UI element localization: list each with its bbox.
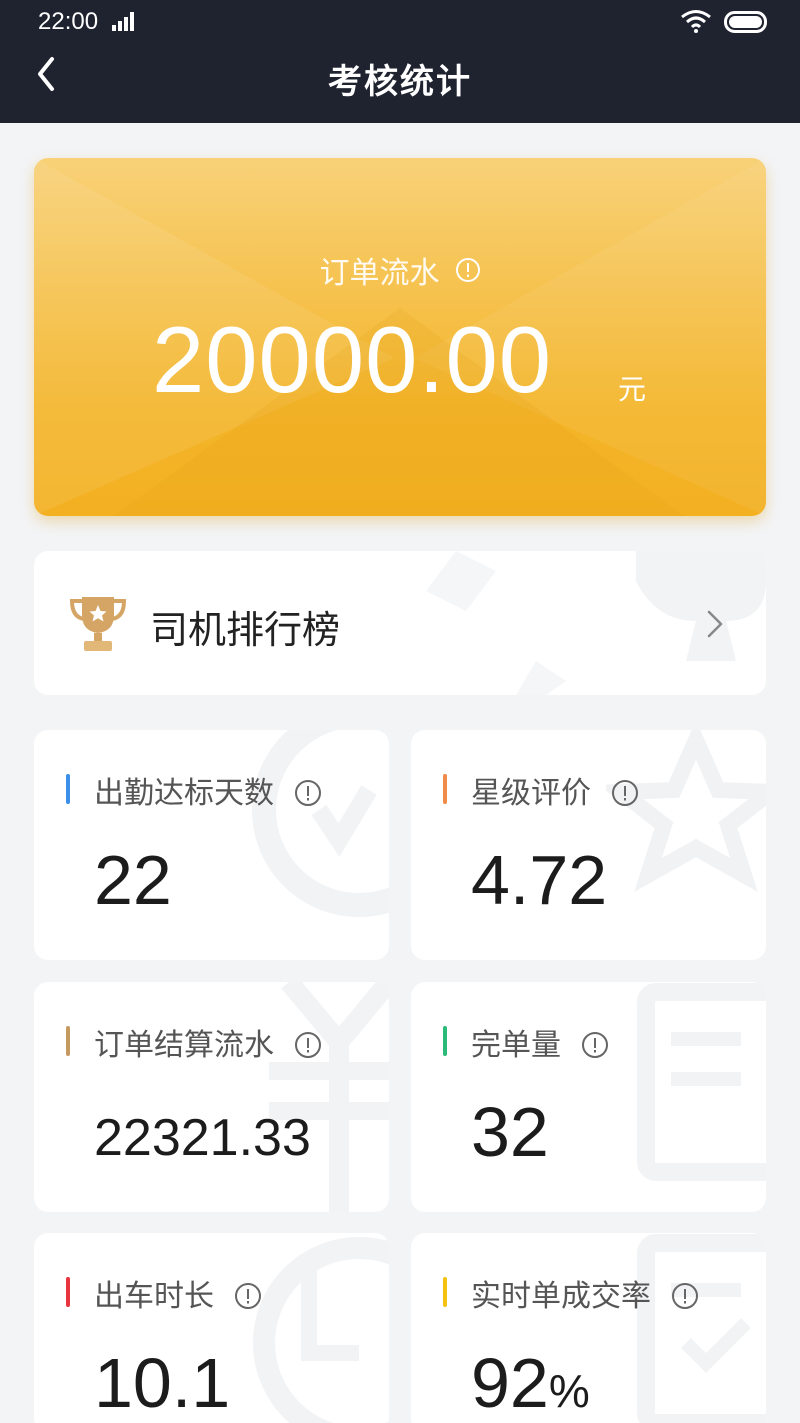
- revenue-unit: 元: [618, 373, 647, 406]
- stat-label: 实时单成交率: [471, 1271, 699, 1315]
- document-deco-icon: [637, 1234, 766, 1423]
- stat-value: 32: [471, 1093, 549, 1171]
- revenue-label: 订单流水: [319, 256, 440, 291]
- stat-value: 4.72: [471, 841, 608, 919]
- stat-label: 完单量: [471, 1020, 609, 1064]
- stat-accent-bar: [443, 774, 447, 804]
- stat-card-driving-hours[interactable]: 出车时长 10.1: [34, 1233, 389, 1423]
- stat-label-text: 实时单成交率: [471, 1279, 651, 1314]
- revenue-card: 订单流水 20000.00 元: [34, 158, 766, 516]
- signal-icon: [112, 12, 134, 31]
- stat-value-number: 92: [471, 1344, 549, 1422]
- stat-label: 星级评价: [471, 768, 639, 812]
- ranking-label: 司机排行榜: [150, 608, 341, 652]
- chevron-right-icon: [707, 610, 723, 638]
- revenue-label-row: 订单流水: [34, 248, 766, 292]
- stat-card-conversion-rate[interactable]: 实时单成交率 92%: [411, 1233, 766, 1423]
- stat-card-completed-orders[interactable]: 完单量 32: [411, 982, 766, 1212]
- stat-label-text: 星级评价: [471, 776, 591, 811]
- battery-icon: [724, 11, 767, 33]
- info-icon[interactable]: [234, 1282, 262, 1310]
- info-icon[interactable]: [294, 779, 322, 807]
- driver-ranking-card[interactable]: 司机排行榜: [34, 551, 766, 695]
- stat-value: 22321.33: [94, 1109, 311, 1167]
- stat-label-text: 完单量: [471, 1028, 561, 1063]
- info-icon[interactable]: [581, 1031, 609, 1059]
- stat-label-text: 订单结算流水: [94, 1028, 274, 1063]
- wifi-icon: [681, 10, 711, 33]
- list-deco-icon: [637, 983, 766, 1181]
- stat-value-suffix: %: [548, 1365, 590, 1417]
- star-deco-icon: [606, 730, 766, 892]
- info-icon[interactable]: [671, 1282, 699, 1310]
- clock-deco-icon: [252, 730, 389, 917]
- stat-label: 出勤达标天数: [94, 768, 322, 812]
- stat-value: 92%: [471, 1343, 590, 1423]
- info-icon[interactable]: [294, 1031, 322, 1059]
- stat-accent-bar: [66, 1026, 70, 1056]
- stat-card-star-rating[interactable]: 星级评价 4.72: [411, 730, 766, 960]
- stat-value: 10.1: [94, 1344, 231, 1422]
- trophy-icon: [69, 597, 127, 651]
- info-icon[interactable]: [455, 257, 481, 283]
- stat-card-attendance[interactable]: 出勤达标天数 22: [34, 730, 389, 960]
- stat-value: 22: [94, 841, 172, 919]
- stat-accent-bar: [66, 1277, 70, 1307]
- revenue-value: 20000.00: [152, 307, 553, 412]
- stat-accent-bar: [66, 774, 70, 804]
- stat-accent-bar: [443, 1026, 447, 1056]
- stat-card-settlement[interactable]: 订单结算流水 22321.33: [34, 982, 389, 1212]
- page-title: 考核统计: [328, 62, 472, 102]
- stat-accent-bar: [443, 1277, 447, 1307]
- top-bar: 22:00 考核统计: [0, 0, 800, 123]
- clock-deco-icon: [253, 1237, 389, 1423]
- yen-deco-icon: [269, 982, 389, 1212]
- stat-label: 出车时长: [94, 1271, 262, 1315]
- stat-label-text: 出车时长: [94, 1279, 214, 1314]
- status-time: 22:00: [38, 8, 99, 35]
- info-icon[interactable]: [611, 779, 639, 807]
- stat-label-text: 出勤达标天数: [94, 776, 274, 811]
- stat-label: 订单结算流水: [94, 1020, 322, 1064]
